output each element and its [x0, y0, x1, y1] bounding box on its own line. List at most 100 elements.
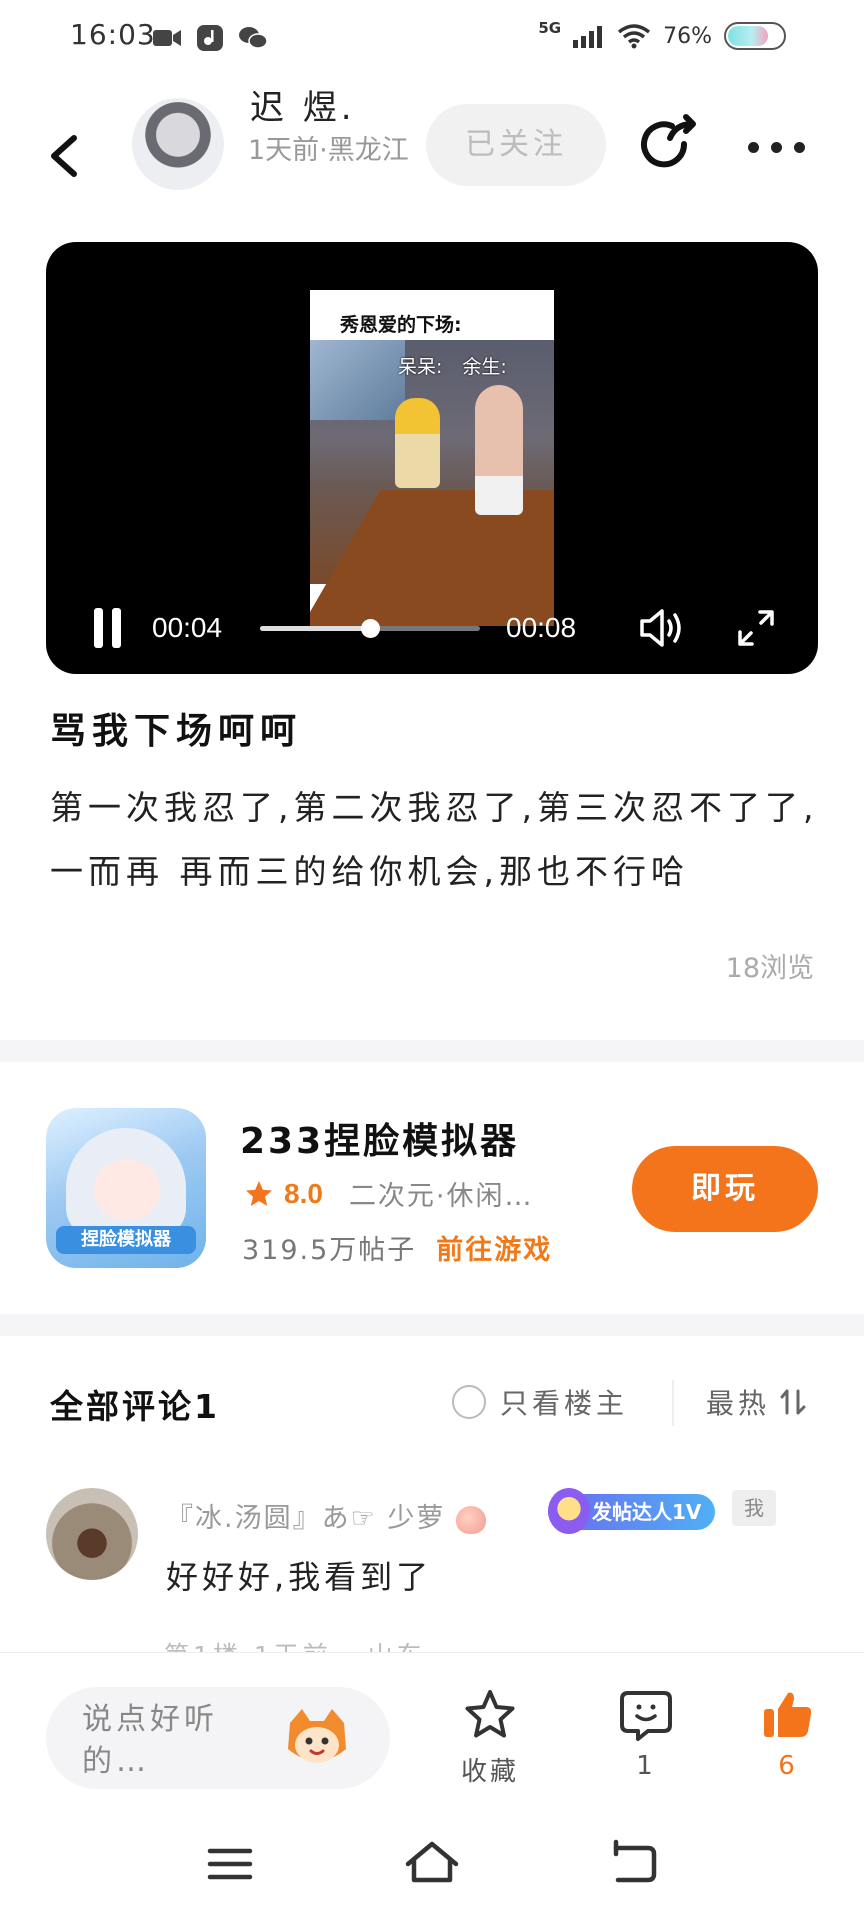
commenter-avatar[interactable]	[46, 1488, 138, 1580]
commenter-badge: 发帖达人1V	[548, 1488, 716, 1534]
comments-title: 全部评论1	[50, 1387, 220, 1426]
video-frame: 秀恩爱的下场: 呆呆: 余生:	[310, 290, 554, 626]
label-left: 呆呆:	[398, 356, 443, 378]
favorite-button[interactable]: 收藏	[440, 1687, 540, 1788]
video-player[interactable]: 秀恩爱的下场: 呆呆: 余生: 00:04 00:08	[46, 242, 818, 674]
battery-percent: 76%	[663, 23, 712, 49]
cellular-signal-icon	[573, 26, 603, 48]
home-icon	[405, 1841, 459, 1883]
game-icon-banner: 捏脸模拟器	[56, 1226, 196, 1254]
goto-game-link[interactable]: 前往游戏	[436, 1228, 552, 1267]
label-right: 余生:	[462, 356, 507, 378]
comment-icon	[620, 1691, 672, 1741]
sort-button[interactable]: 最热	[706, 1382, 808, 1422]
status-bar: 16:03 5G 76%	[0, 0, 864, 80]
battery-level	[728, 26, 769, 46]
video-controls: 00:04 00:08	[46, 602, 818, 662]
reply-placeholder: 说点好听的…	[82, 1702, 218, 1779]
volume-icon	[640, 609, 681, 647]
section-divider	[0, 1314, 864, 1336]
badge-icon	[548, 1488, 590, 1534]
game-rating: 8.0	[284, 1177, 323, 1209]
home-button[interactable]	[402, 1834, 462, 1894]
game-tags: 二次元·休闲…	[348, 1181, 534, 1212]
me-tag: 我	[732, 1490, 776, 1526]
more-options-button[interactable]	[748, 132, 818, 162]
battery-icon	[724, 22, 786, 50]
commenter-name[interactable]: 『冰.汤圆』あ☞ 少萝	[166, 1496, 486, 1535]
only-op-toggle[interactable]: 只看楼主	[452, 1382, 628, 1422]
game-post-count: 319.5万帖子	[242, 1235, 417, 1266]
pause-bar-icon	[94, 608, 103, 648]
back-nav-icon	[613, 1839, 657, 1883]
status-time: 16:03	[70, 18, 156, 51]
post-meta: 1天前·黑龙江	[248, 135, 409, 166]
author-avatar[interactable]	[132, 98, 224, 190]
bottom-action-bar: 说点好听的… 收藏 1 6	[0, 1652, 864, 1794]
post-title: 骂我下场呵呵	[50, 711, 303, 752]
fullscreen-button[interactable]	[736, 608, 776, 648]
favorite-label: 收藏	[460, 1757, 519, 1787]
like-count: 6	[778, 1751, 798, 1781]
reply-input[interactable]: 说点好听的…	[46, 1687, 390, 1789]
scene-window	[310, 340, 405, 420]
mascot-emoji-icon[interactable]	[280, 1703, 354, 1773]
post-header: 迟 煜. 1天前·黑龙江 已关注	[0, 80, 864, 230]
status-system-icons: 5G 76%	[538, 19, 786, 50]
video-frame-labels: 呆呆: 余生:	[398, 352, 507, 379]
game-stats-row: 319.5万帖子 前往游戏	[242, 1228, 552, 1267]
radio-icon[interactable]	[452, 1385, 486, 1419]
comment-text[interactable]: 好好好,我看到了	[166, 1552, 432, 1598]
share-button[interactable]	[636, 114, 700, 178]
back-button[interactable]	[40, 120, 90, 190]
dot-icon	[771, 141, 782, 153]
thumbs-up-icon	[764, 1692, 812, 1737]
fullscreen-icon	[738, 610, 774, 646]
scene-figure-blond	[395, 398, 440, 488]
game-icon-face	[94, 1160, 160, 1220]
volume-button[interactable]	[638, 606, 686, 650]
progress-fill	[260, 626, 370, 631]
comment-button[interactable]: 1	[596, 1687, 696, 1781]
post-body: 第一次我忍了,第二次我忍了,第三次忍不了了,一而再 再而三的给你机会,那也不行哈	[50, 788, 819, 891]
comment-count: 1	[636, 1751, 656, 1781]
like-button[interactable]: 6	[738, 1687, 838, 1781]
dot-icon	[748, 141, 759, 153]
author-name[interactable]: 迟 煜.	[250, 80, 356, 129]
wechat-icon	[239, 27, 268, 49]
video-progress-bar[interactable]	[260, 619, 480, 638]
back-nav-button[interactable]	[604, 1834, 664, 1894]
scene-figure-bald	[475, 385, 523, 515]
progress-knob[interactable]	[361, 619, 380, 638]
only-op-label: 只看楼主	[500, 1387, 629, 1420]
wifi-icon	[618, 24, 651, 49]
game-rating-row: 8.0 二次元·休闲…	[244, 1174, 534, 1213]
game-icon[interactable]: 捏脸模拟器	[46, 1108, 206, 1268]
pause-button[interactable]	[90, 608, 124, 648]
dot-icon	[794, 141, 805, 153]
sort-divider	[672, 1380, 674, 1426]
current-time: 00:04	[152, 612, 223, 643]
total-time: 00:08	[506, 612, 577, 643]
peach-icon	[455, 1505, 486, 1534]
video-camera-icon	[153, 30, 181, 46]
status-notification-icons	[152, 24, 268, 52]
system-nav-bar	[0, 1800, 864, 1920]
sort-icon	[780, 1389, 806, 1415]
chevron-left-icon	[51, 135, 77, 177]
sort-label: 最热	[706, 1387, 771, 1420]
follow-button[interactable]: 已关注	[426, 104, 606, 186]
section-divider	[0, 1040, 864, 1062]
music-app-icon	[197, 25, 223, 51]
view-count: 18浏览	[725, 953, 814, 984]
share-icon	[641, 114, 696, 168]
commenter-name-text: 『冰.汤圆』あ☞ 少萝	[166, 1503, 446, 1534]
game-name[interactable]: 233捏脸模拟器	[240, 1112, 519, 1164]
video-frame-title: 秀恩爱的下场:	[340, 314, 462, 336]
play-now-button[interactable]: 即玩	[632, 1146, 818, 1232]
pause-bar-icon	[112, 608, 121, 648]
star-icon	[246, 1180, 272, 1206]
menu-button[interactable]	[200, 1834, 260, 1894]
badge-label: 发帖达人1V	[592, 1500, 702, 1524]
network-type: 5G	[538, 19, 562, 37]
